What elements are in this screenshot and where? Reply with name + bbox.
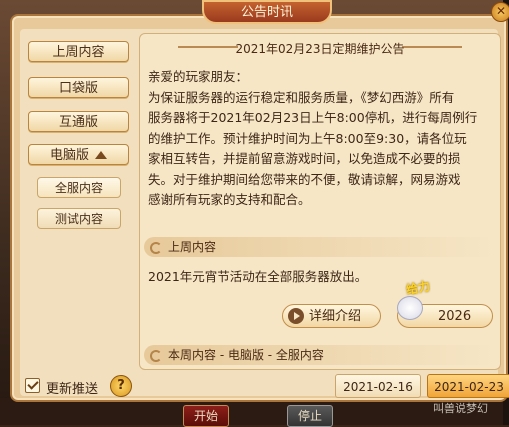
section-header-last-week: 上周内容 xyxy=(144,237,496,257)
body-line: 服务器将于2021年02月23日上午8:00停机，进行每周例行 xyxy=(148,110,478,125)
nav-last-week[interactable]: 上周内容 xyxy=(28,41,129,62)
window-title: 公告时讯 xyxy=(202,0,332,24)
nav-test-content[interactable]: 测试内容 xyxy=(37,208,121,229)
mascot-icon xyxy=(397,296,423,320)
date-button-previous[interactable]: 2021-02-16 xyxy=(335,374,421,398)
announcement-title: 2021年02月23日定期维护公告 xyxy=(235,42,405,56)
nav-interop-version[interactable]: 互通版 xyxy=(28,111,129,132)
greeting-line: 亲爱的玩家朋友： xyxy=(148,69,249,84)
body-line: 的维护工作。预计维护时间为上午8:00至9:30，请各位玩 xyxy=(148,130,467,146)
nav-pc-version[interactable]: 电脑版 xyxy=(28,144,129,165)
stop-button[interactable]: 停止 xyxy=(287,405,333,427)
like-count: 2026 xyxy=(438,309,472,324)
nav-pocket-version[interactable]: 口袋版 xyxy=(28,77,129,98)
auto-push-label: 更新推送 xyxy=(46,382,99,397)
auto-push-checkbox[interactable] xyxy=(25,378,40,393)
close-icon[interactable]: ✕ xyxy=(491,2,509,22)
detail-button[interactable]: 详细介绍 xyxy=(282,304,381,328)
arrow-right-icon xyxy=(288,308,304,324)
swirl-icon xyxy=(150,241,162,254)
watermark-text: 叫兽说梦幻 xyxy=(433,402,488,415)
nav-pc-label: 电脑版 xyxy=(49,148,89,163)
swirl-icon xyxy=(150,349,162,362)
section-header-this-week: 本周内容 - 电脑版 - 全服内容 xyxy=(144,345,496,365)
body-line: 感谢所有玩家的支持和配合。 xyxy=(148,192,311,207)
date-button-current[interactable]: 2021-02-23 xyxy=(427,374,509,398)
body-line: 失。对于维护期间给您带来的不便，敬请谅解，网易游戏 xyxy=(148,171,461,187)
announcement-body: 亲爱的玩家朋友： 为保证服务器的运行稳定和服务质量，《梦幻西游》所有 服务器将于… xyxy=(148,67,494,211)
section-title: 本周内容 - 电脑版 - 全服内容 xyxy=(168,348,324,362)
start-button[interactable]: 开始 xyxy=(183,405,229,427)
nav-all-servers[interactable]: 全服内容 xyxy=(37,177,121,198)
collapse-triangle-icon xyxy=(95,150,107,159)
last-week-text: 2021年元宵节活动在全部服务器放出。 xyxy=(148,269,368,284)
detail-label: 详细介绍 xyxy=(309,309,362,324)
help-icon[interactable]: ? xyxy=(110,375,132,397)
section-title: 上周内容 xyxy=(168,240,217,254)
body-line: 为保证服务器的运行稳定和服务质量，《梦幻西游》所有 xyxy=(148,89,455,105)
body-line: 家相互转告，并提前留意游戏时间，以免造成不必要的损 xyxy=(148,151,461,166)
